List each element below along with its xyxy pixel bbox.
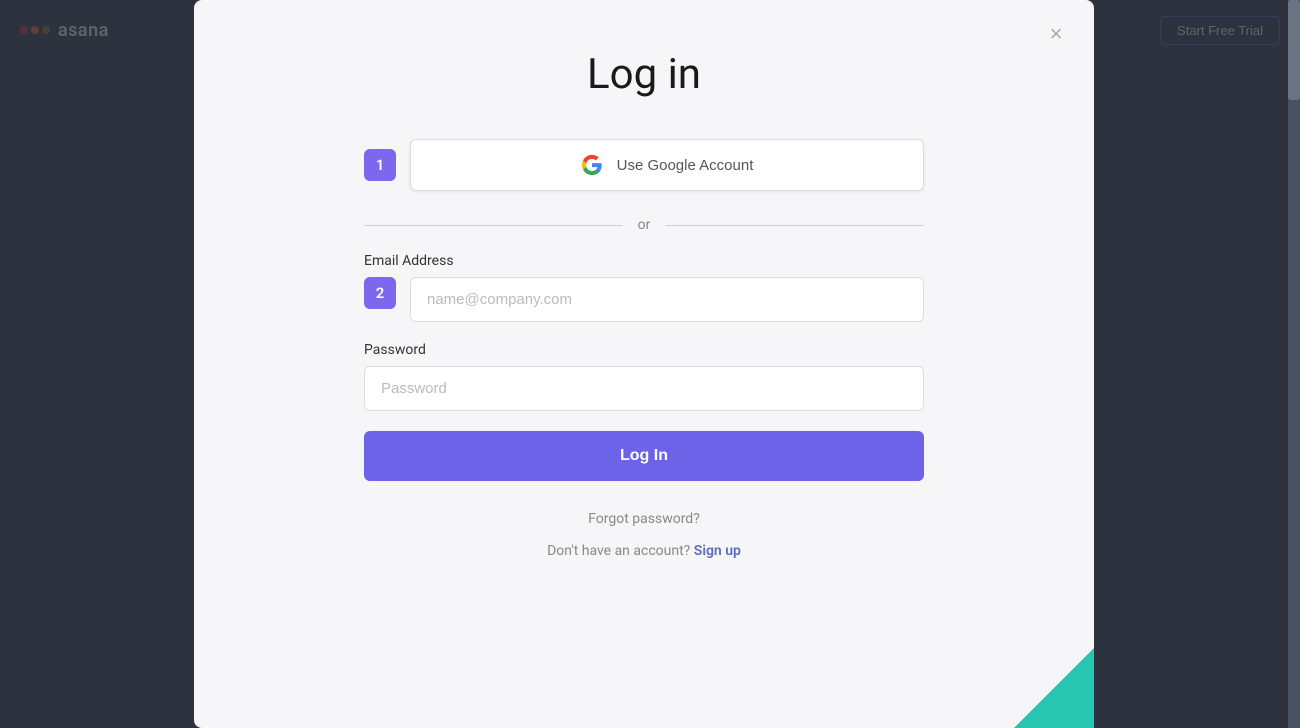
forgot-password-link[interactable]: Forgot password? xyxy=(364,511,924,527)
google-icon xyxy=(581,154,603,176)
signup-text: Don't have an account? Sign up xyxy=(364,543,924,559)
divider-line-right xyxy=(666,225,924,226)
email-step-row: 2 xyxy=(364,277,924,322)
login-form: 1 Use Google Account or xyxy=(364,139,924,559)
login-button[interactable]: Log In xyxy=(364,431,924,481)
login-modal: × Log in 1 Use Google Account xyxy=(194,0,1094,728)
step-2-badge: 2 xyxy=(364,277,396,309)
google-step-row: 1 Use Google Account xyxy=(364,139,924,191)
teal-corner-decoration xyxy=(1014,648,1094,728)
scrollbar-thumb[interactable] xyxy=(1288,0,1300,100)
email-field-group: Email Address 2 xyxy=(364,253,924,322)
password-label: Password xyxy=(364,342,924,358)
divider-text: or xyxy=(638,217,651,233)
modal-close-button[interactable]: × xyxy=(1040,18,1072,50)
no-account-text: Don't have an account? xyxy=(547,543,690,559)
password-field-group: Password xyxy=(364,342,924,411)
divider-line-left xyxy=(364,225,622,226)
step-1-badge: 1 xyxy=(364,149,396,181)
or-divider: or xyxy=(364,217,924,233)
scrollbar[interactable] xyxy=(1288,0,1300,728)
email-label: Email Address xyxy=(364,253,924,269)
google-login-button[interactable]: Use Google Account xyxy=(410,139,924,191)
modal-title: Log in xyxy=(587,50,701,99)
close-icon: × xyxy=(1050,23,1063,45)
email-input[interactable] xyxy=(410,277,924,322)
password-input[interactable] xyxy=(364,366,924,411)
google-button-label: Use Google Account xyxy=(617,157,754,174)
signup-link[interactable]: Sign up xyxy=(694,543,741,559)
modal-overlay: × Log in 1 Use Google Account xyxy=(0,0,1288,728)
